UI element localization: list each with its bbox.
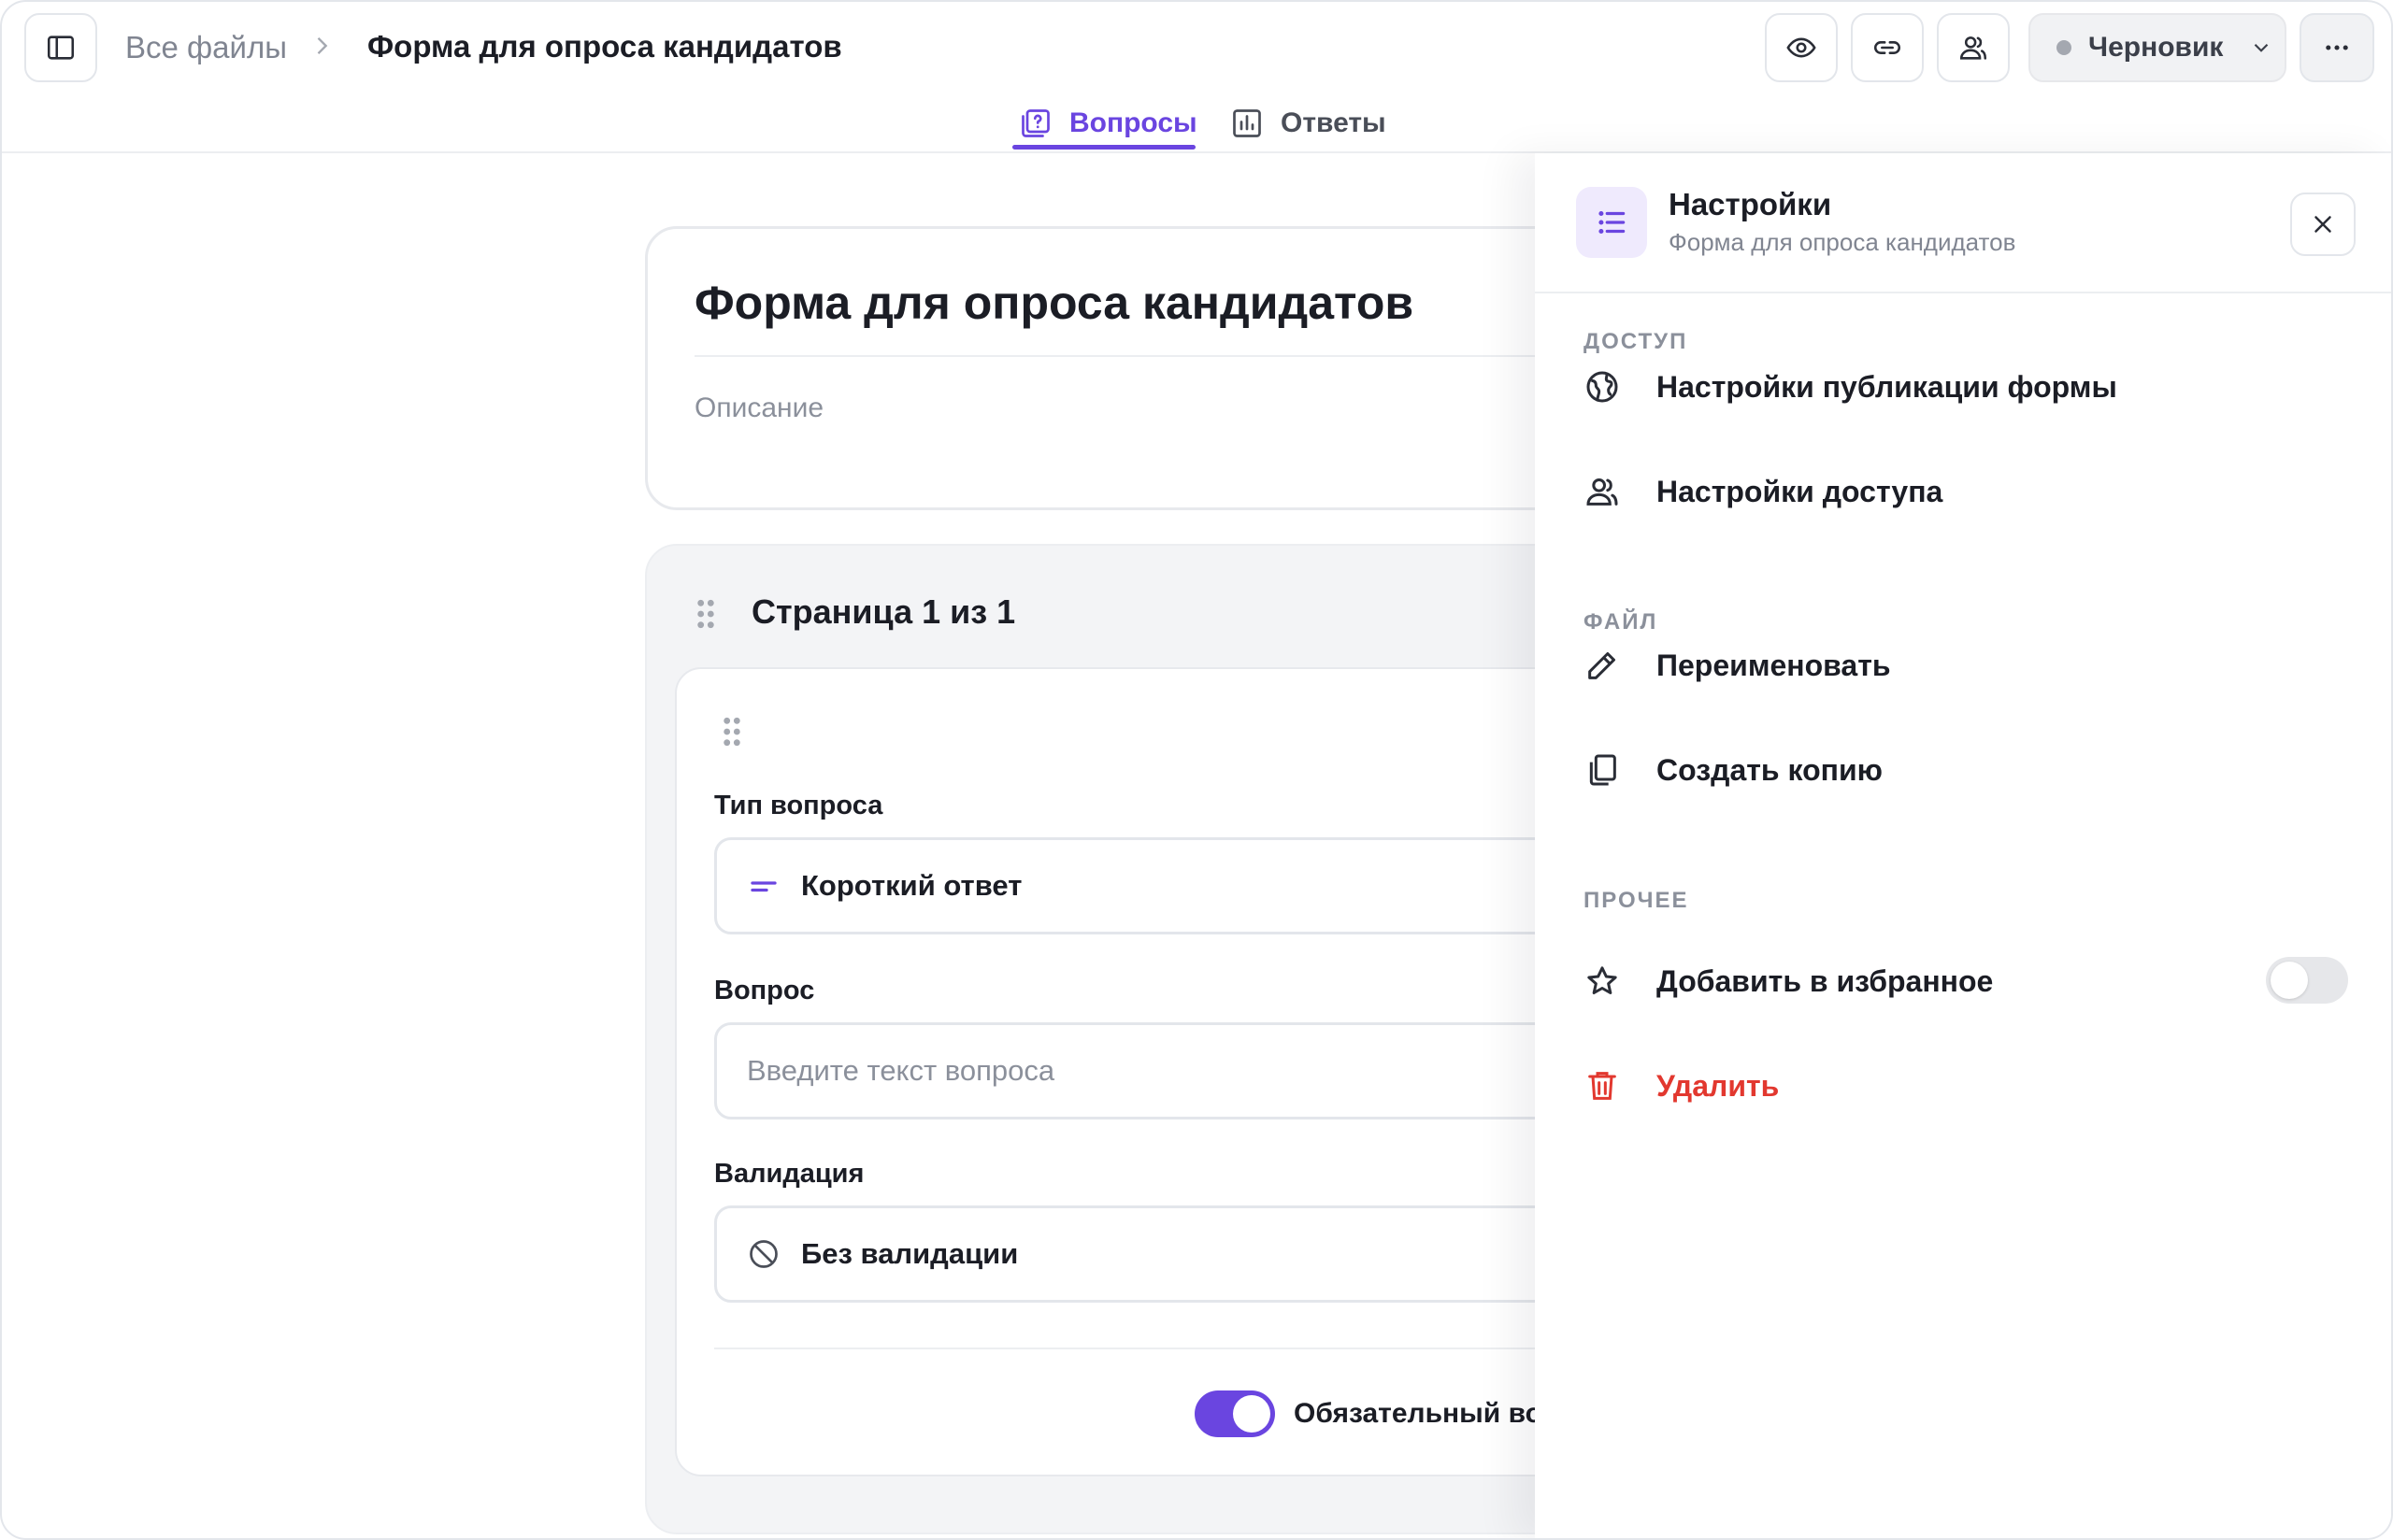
menu-label: Создать копию xyxy=(1656,752,1883,787)
question-type-select[interactable]: Короткий ответ xyxy=(714,837,1677,934)
menu-item-publish-settings[interactable]: Настройки публикации формы xyxy=(1576,349,2357,424)
menu-label: Добавить в избранное xyxy=(1656,963,1994,998)
status-dropdown[interactable]: Черновик xyxy=(2028,13,2286,82)
sidebar-icon xyxy=(47,36,75,60)
menu-item-duplicate[interactable]: Создать копию xyxy=(1576,733,2357,807)
menu-label: Удалить xyxy=(1656,1068,1780,1103)
star-icon xyxy=(1587,966,1617,994)
sidebar-toggle-button[interactable] xyxy=(24,13,97,82)
question-type-label: Тип вопроса xyxy=(714,791,883,820)
users-icon xyxy=(1586,478,1618,506)
question-text-input[interactable]: Введите текст вопроса xyxy=(714,1022,1677,1119)
chevron-right-icon xyxy=(317,37,328,54)
share-button[interactable] xyxy=(1937,13,2010,82)
active-tab-indicator xyxy=(1012,145,1196,150)
link-icon xyxy=(1874,41,1900,54)
menu-item-access-settings[interactable]: Настройки доступа xyxy=(1576,454,2357,529)
preview-button[interactable] xyxy=(1765,13,1838,82)
form-title[interactable]: Форма для опроса кандидатов xyxy=(695,276,1413,330)
form-description-input[interactable]: Описание xyxy=(695,392,824,424)
list-icon xyxy=(1598,210,1626,235)
menu-item-rename[interactable]: Переименовать xyxy=(1576,628,2357,703)
page-block: Страница 1 из 1 Тип вопроса Короткий отв… xyxy=(645,544,1677,1534)
close-panel-button[interactable] xyxy=(2290,192,2356,256)
menu-label: Настройки доступа xyxy=(1656,474,1943,508)
bar-chart-icon xyxy=(1233,109,1261,137)
form-title-card: Форма для опроса кандидатов Описание xyxy=(645,226,1676,510)
validation-value: Без валидации xyxy=(801,1237,1019,1270)
panel-icon-badge xyxy=(1576,187,1647,258)
page-title: Страница 1 из 1 xyxy=(752,592,1016,631)
title-divider xyxy=(695,355,1676,357)
more-button[interactable] xyxy=(2300,13,2374,82)
question-text-placeholder: Введите текст вопроса xyxy=(747,1054,1055,1087)
status-dot xyxy=(2056,40,2071,55)
question-card: Тип вопроса Короткий ответ Вопрос Введит… xyxy=(675,667,1677,1476)
validation-label: Валидация xyxy=(714,1159,865,1189)
panel-divider xyxy=(1535,292,2391,293)
tab-answers-label: Ответы xyxy=(1281,107,1386,138)
pencil-icon xyxy=(1588,652,1615,679)
required-toggle[interactable] xyxy=(1195,1390,1275,1437)
short-text-icon xyxy=(751,881,777,892)
question-text-label: Вопрос xyxy=(714,976,815,1005)
close-icon xyxy=(2314,216,2331,233)
toggle-knob xyxy=(2271,962,2308,999)
users-icon xyxy=(1959,36,1987,60)
breadcrumb-root[interactable]: Все файлы xyxy=(125,30,287,65)
tab-answers[interactable]: Ответы xyxy=(1230,103,1386,144)
section-label-other: ПРОЧЕЕ xyxy=(1583,888,1689,913)
no-validation-icon xyxy=(750,1240,778,1268)
tab-questions-label: Вопросы xyxy=(1069,107,1197,138)
breadcrumb-current: Форма для опроса кандидатов xyxy=(367,29,842,64)
toggle-knob xyxy=(1233,1395,1270,1433)
tab-questions[interactable]: Вопросы xyxy=(1019,103,1197,144)
panel-subtitle: Форма для опроса кандидатов xyxy=(1669,228,2016,256)
trash-icon xyxy=(1588,1072,1616,1100)
copy-icon xyxy=(1589,754,1616,786)
settings-panel: Настройки Форма для опроса кандидатов ДО… xyxy=(1535,153,2391,1538)
menu-item-delete[interactable]: Удалить xyxy=(1576,1048,2357,1123)
more-icon xyxy=(2326,45,2348,50)
menu-label: Переименовать xyxy=(1656,648,1891,682)
question-footer-divider xyxy=(714,1348,1677,1349)
app-window: Все файлы Форма для опроса кандидатов Че… xyxy=(0,0,2393,1540)
chevron-down-icon xyxy=(2255,43,2269,52)
copy-link-button[interactable] xyxy=(1851,13,1924,82)
menu-item-favorite[interactable]: Добавить в избранное xyxy=(1576,944,2357,1019)
top-bar: Все файлы Форма для опроса кандидатов Че… xyxy=(2,2,2391,95)
drag-handle-icon[interactable] xyxy=(722,716,742,748)
panel-title: Настройки xyxy=(1669,187,1832,221)
question-type-value: Короткий ответ xyxy=(801,869,1023,902)
eye-icon xyxy=(1786,37,1816,58)
validation-select[interactable]: Без валидации xyxy=(714,1205,1677,1303)
menu-label: Настройки публикации формы xyxy=(1656,369,2117,404)
drag-handle-icon[interactable] xyxy=(695,598,716,630)
status-label: Черновик xyxy=(2088,32,2224,63)
favorite-toggle[interactable] xyxy=(2266,957,2348,1004)
question-doc-icon xyxy=(1022,109,1050,137)
globe-icon xyxy=(1586,371,1618,403)
